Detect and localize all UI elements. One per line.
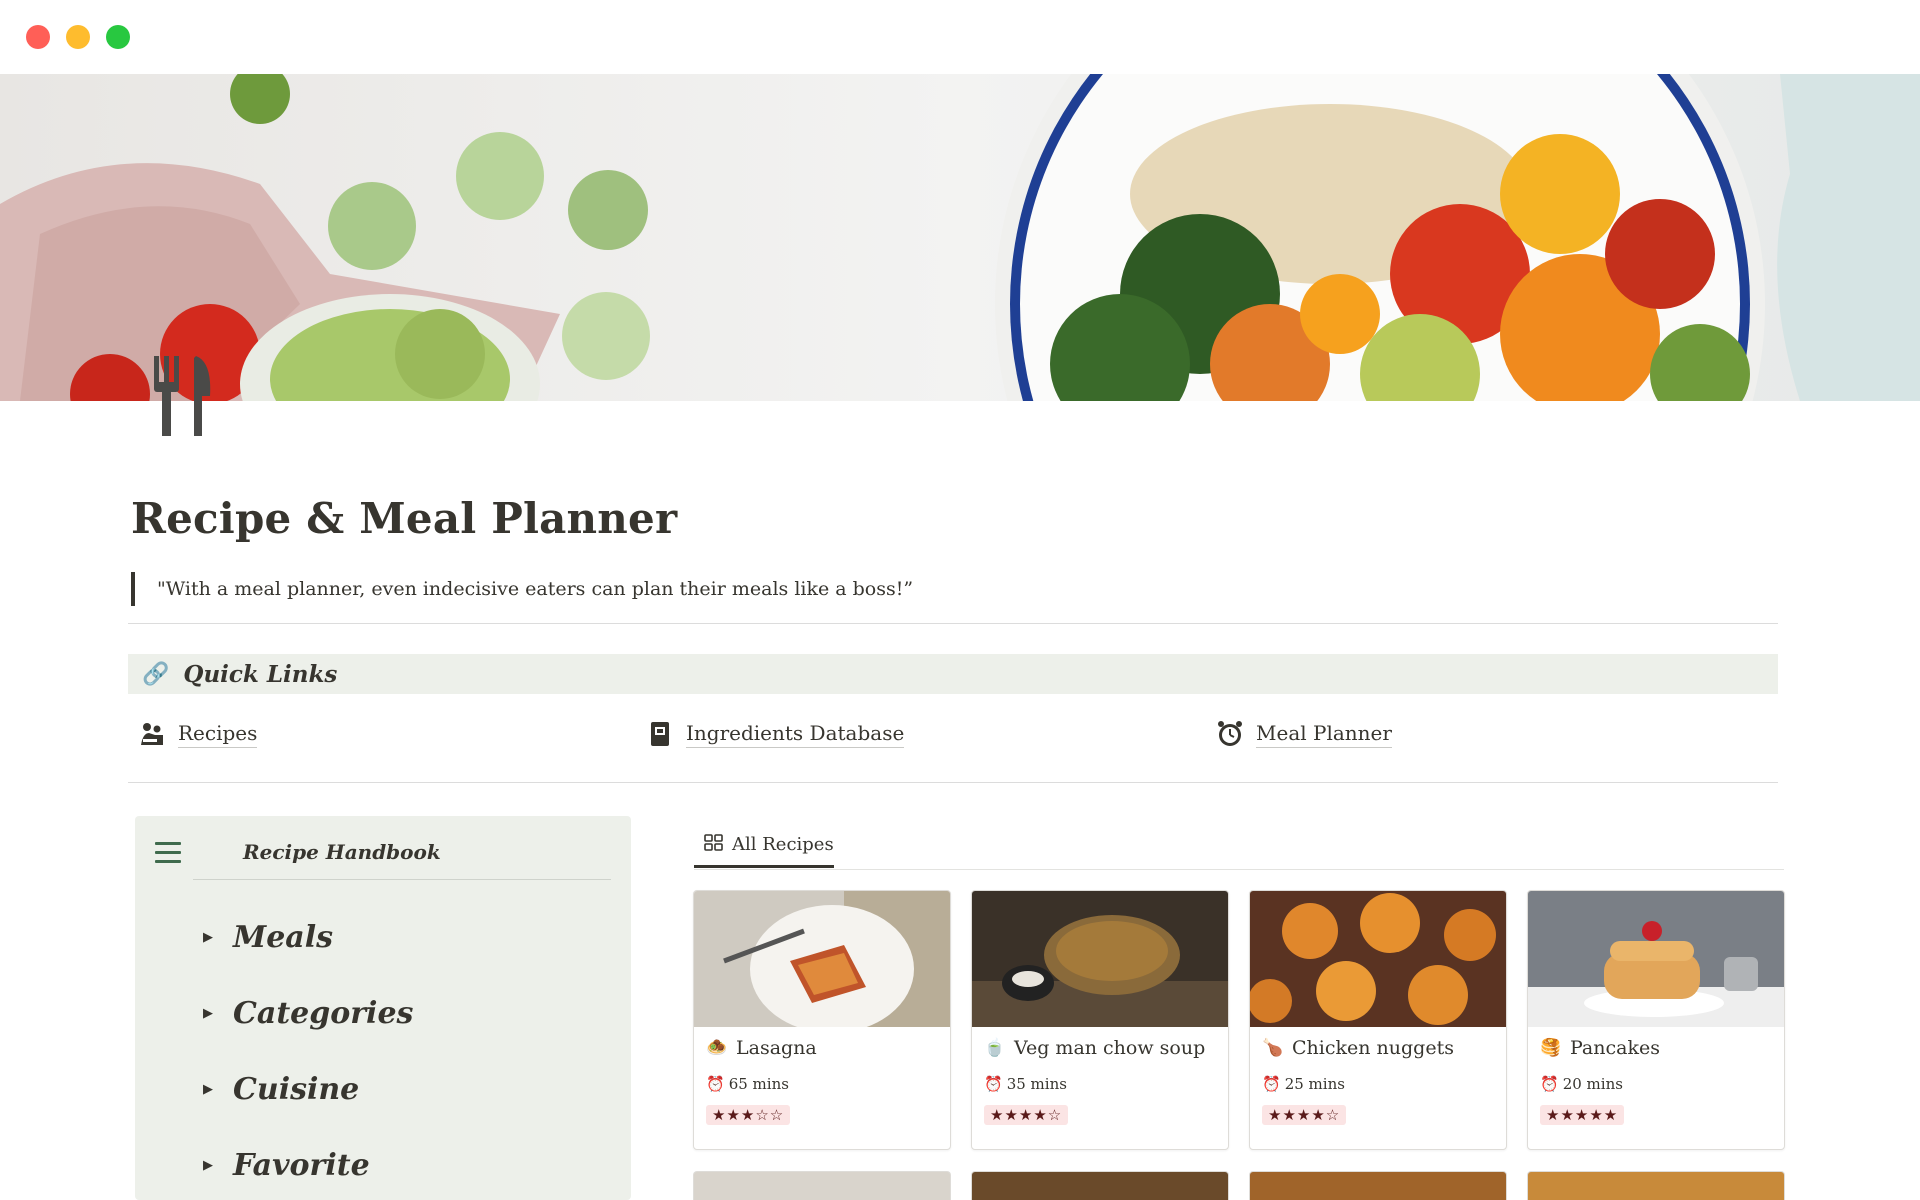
recipe-image — [1528, 891, 1784, 1027]
cooking-people-icon — [138, 720, 166, 748]
recipe-name: 🧆 Lasagna — [706, 1037, 817, 1059]
handbook-title[interactable]: Recipe Handbook — [243, 840, 441, 864]
recipe-image — [694, 891, 950, 1027]
recipe-name: 🍵 Veg man chow soup — [984, 1037, 1205, 1059]
tab-all-recipes[interactable]: All Recipes — [694, 824, 834, 868]
minimize-window-button[interactable] — [66, 25, 90, 49]
rating-badge: ★★★★☆ — [984, 1105, 1069, 1125]
window-titlebar — [0, 0, 1920, 74]
triangle-right-icon[interactable]: ▶ — [203, 930, 233, 945]
lasagna-icon: 🧆 — [706, 1038, 728, 1058]
divider — [193, 879, 611, 880]
toggle-label: Favorite — [233, 1148, 370, 1183]
time-value: 65 mins — [728, 1075, 789, 1093]
toggle-meals[interactable]: ▶ Meals — [203, 920, 333, 955]
tab-underline — [694, 869, 1784, 870]
recipe-image — [972, 891, 1228, 1027]
alarm-clock-icon — [1216, 720, 1244, 748]
quick-links-title: Quick Links — [183, 660, 338, 688]
triangle-right-icon[interactable]: ▶ — [203, 1006, 233, 1021]
cover-image — [0, 74, 1920, 401]
gallery-grid-icon — [704, 833, 724, 856]
rating-badge: ★★★★★ — [1540, 1105, 1625, 1125]
quick-link-recipes[interactable]: Recipes — [138, 720, 258, 748]
recipe-card-partial[interactable] — [1249, 1171, 1507, 1200]
divider — [128, 782, 1778, 783]
recipe-card-pancakes[interactable]: 🥞 Pancakes ⏰ 20 mins ★★★★★ — [1527, 890, 1785, 1150]
recipe-time: ⏰ 25 mins — [1262, 1075, 1345, 1093]
recipe-card-lasagna[interactable]: 🧆 Lasagna ⏰ 65 mins ★★★☆☆ — [693, 890, 951, 1150]
recipe-time: ⏰ 20 mins — [1540, 1075, 1623, 1093]
recipe-card-partial[interactable] — [693, 1171, 951, 1200]
close-window-button[interactable] — [26, 25, 50, 49]
drumstick-icon: 🍗 — [1262, 1038, 1284, 1058]
fork-knife-icon[interactable] — [150, 356, 216, 438]
recipe-title: Chicken nuggets — [1292, 1037, 1454, 1059]
recipe-card-partial[interactable] — [1527, 1171, 1785, 1200]
recipe-time: ⏰ 65 mins — [706, 1075, 789, 1093]
link-icon: 🔗 — [142, 661, 170, 687]
recipe-card-partial[interactable] — [971, 1171, 1229, 1200]
time-value: 35 mins — [1006, 1075, 1067, 1093]
recipe-card-veg-man-chow-soup[interactable]: 🍵 Veg man chow soup ⏰ 35 mins ★★★★☆ — [971, 890, 1229, 1150]
quick-link-label: Meal Planner — [1256, 721, 1392, 748]
recipe-card-chicken-nuggets[interactable]: 🍗 Chicken nuggets ⏰ 25 mins ★★★★☆ — [1249, 890, 1507, 1150]
quick-link-meal-planner[interactable]: Meal Planner — [1216, 720, 1392, 748]
quick-links-heading[interactable]: 🔗 Quick Links — [128, 654, 1778, 694]
hamburger-icon[interactable] — [155, 842, 181, 869]
quick-link-ingredients-database[interactable]: Ingredients Database — [646, 720, 905, 748]
recipe-name: 🍗 Chicken nuggets — [1262, 1037, 1454, 1059]
toggle-label: Cuisine — [233, 1072, 360, 1107]
maximize-window-button[interactable] — [106, 25, 130, 49]
recipe-title: Veg man chow soup — [1014, 1037, 1206, 1059]
triangle-right-icon[interactable]: ▶ — [203, 1082, 233, 1097]
recipe-title: Lasagna — [736, 1037, 817, 1059]
soup-bowl-icon: 🍵 — [984, 1038, 1006, 1058]
toggle-cuisine[interactable]: ▶ Cuisine — [203, 1072, 359, 1107]
quick-link-label: Ingredients Database — [686, 721, 905, 748]
toggle-label: Categories — [233, 996, 414, 1031]
page-quote[interactable]: "With a meal planner, even indecisive ea… — [131, 572, 913, 606]
time-value: 25 mins — [1284, 1075, 1345, 1093]
recipe-handbook-panel: Recipe Handbook ▶ Meals ▶ Categories ▶ C… — [135, 816, 631, 1200]
divider — [128, 623, 1778, 624]
toggle-label: Meals — [233, 920, 334, 955]
pancakes-icon: 🥞 — [1540, 1038, 1562, 1058]
toggle-favorite[interactable]: ▶ Favorite — [203, 1148, 370, 1183]
page-title[interactable]: Recipe & Meal Planner — [131, 494, 677, 543]
triangle-right-icon[interactable]: ▶ — [203, 1158, 233, 1173]
recipe-time: ⏰ 35 mins — [984, 1075, 1067, 1093]
alarm-clock-icon: ⏰ — [1262, 1075, 1281, 1093]
alarm-clock-icon: ⏰ — [1540, 1075, 1559, 1093]
recipe-name: 🥞 Pancakes — [1540, 1037, 1660, 1059]
recipe-title: Pancakes — [1570, 1037, 1660, 1059]
rating-badge: ★★★☆☆ — [706, 1105, 791, 1125]
toggle-categories[interactable]: ▶ Categories — [203, 996, 413, 1031]
quick-link-label: Recipes — [178, 721, 258, 748]
book-icon — [646, 720, 674, 748]
recipe-image — [1250, 891, 1506, 1027]
tab-label: All Recipes — [732, 834, 834, 855]
alarm-clock-icon: ⏰ — [984, 1075, 1003, 1093]
time-value: 20 mins — [1562, 1075, 1623, 1093]
rating-badge: ★★★★☆ — [1262, 1105, 1347, 1125]
alarm-clock-icon: ⏰ — [706, 1075, 725, 1093]
